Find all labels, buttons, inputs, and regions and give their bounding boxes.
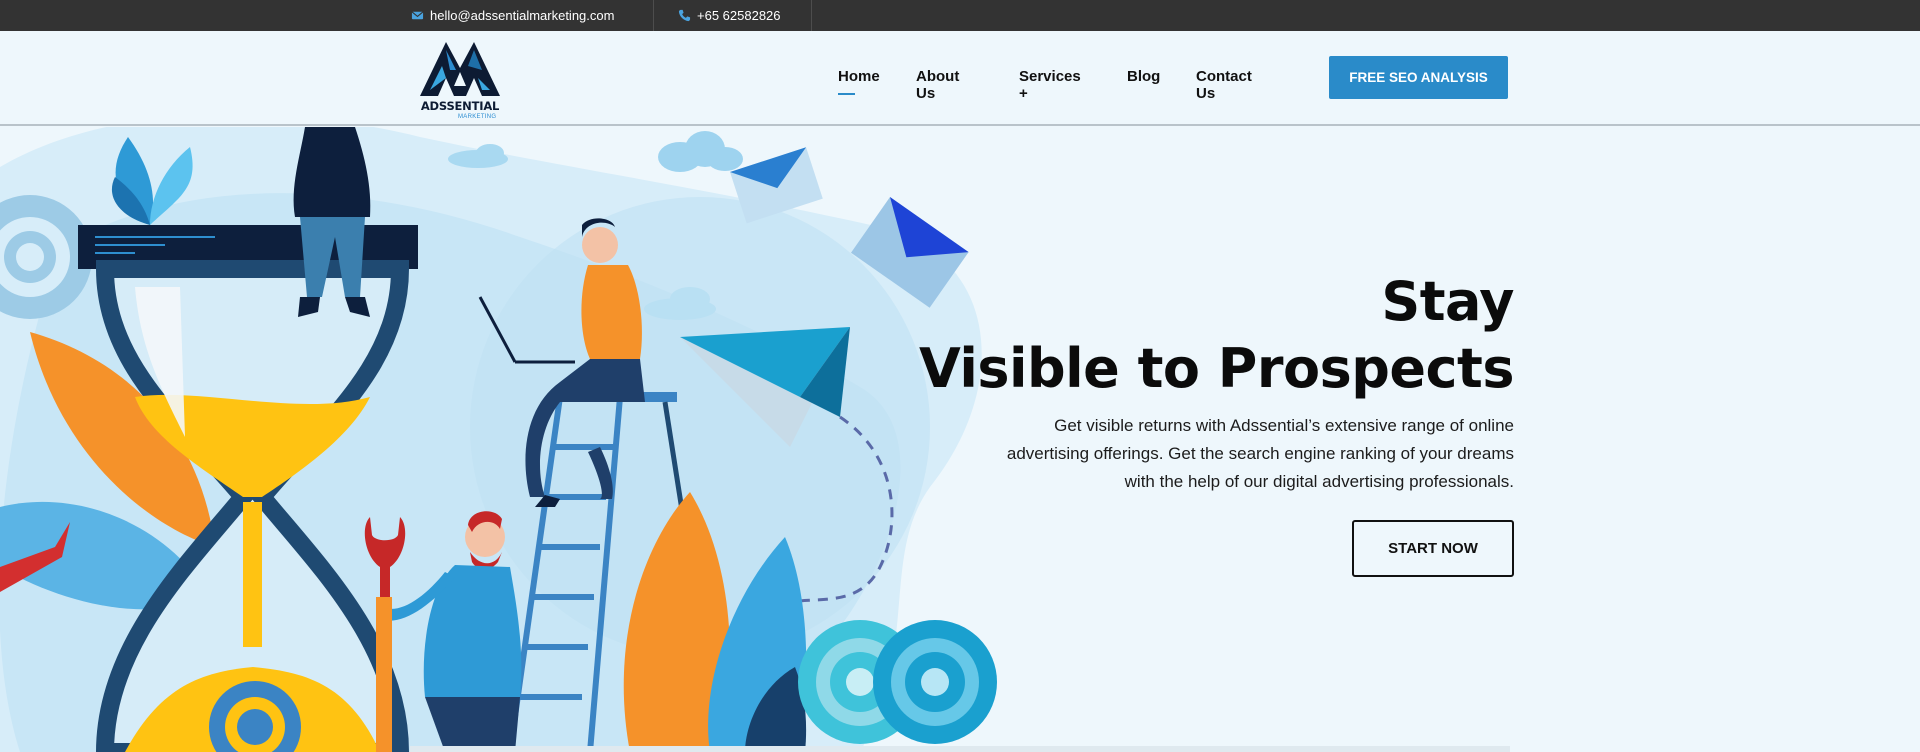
- nav-about-us[interactable]: About Us: [916, 68, 959, 102]
- free-seo-analysis-button[interactable]: FREE SEO ANALYSIS: [1329, 56, 1508, 99]
- site-logo[interactable]: ADSSENTIAL MARKETING: [416, 36, 504, 124]
- active-nav-indicator: [838, 93, 855, 95]
- hero-illustration: [0, 127, 997, 752]
- hourglass-sand: [243, 502, 262, 647]
- hero-description-line: advertising offerings. Get the search en…: [1006, 444, 1514, 463]
- nav-contact-us[interactable]: Contact Us: [1196, 68, 1252, 102]
- nav-services[interactable]: Services +: [1019, 68, 1081, 102]
- phone-icon: [678, 9, 691, 22]
- logo-mark-icon: [420, 42, 500, 96]
- hero-title-line-2: Visible to Prospects: [919, 337, 1515, 400]
- section-edge: [410, 746, 1510, 752]
- logo-subtext: MARKETING: [458, 114, 497, 120]
- top-bar: hello@adssentialmarketing.com +65 625828…: [0, 0, 1920, 31]
- hero-description: Get visible returns with Adssential’s ex…: [974, 412, 1514, 496]
- hero-description-line: with the help of our digital advertising…: [1124, 472, 1514, 491]
- hero-description-line: Get visible returns with Adssential’s ex…: [1054, 416, 1514, 435]
- gear-icon: [873, 620, 997, 744]
- topbar-divider: [811, 0, 812, 31]
- cloud-icon: [658, 131, 743, 172]
- phone-link[interactable]: +65 62582826: [678, 0, 781, 31]
- phone-text: +65 62582826: [697, 8, 781, 23]
- nav-blog[interactable]: Blog: [1127, 68, 1160, 85]
- email-link[interactable]: hello@adssentialmarketing.com: [411, 0, 614, 31]
- topbar-divider: [653, 0, 654, 31]
- site-header: ADSSENTIAL MARKETING: [0, 31, 1920, 126]
- email-text: hello@adssentialmarketing.com: [430, 8, 615, 23]
- nav-home[interactable]: Home: [838, 68, 880, 85]
- hero-title-line-1: Stay: [1381, 270, 1514, 333]
- start-now-button[interactable]: START NOW: [1352, 520, 1514, 577]
- logo-wordmark: ADSSENTIAL: [420, 99, 500, 113]
- envelope-icon: [411, 11, 424, 20]
